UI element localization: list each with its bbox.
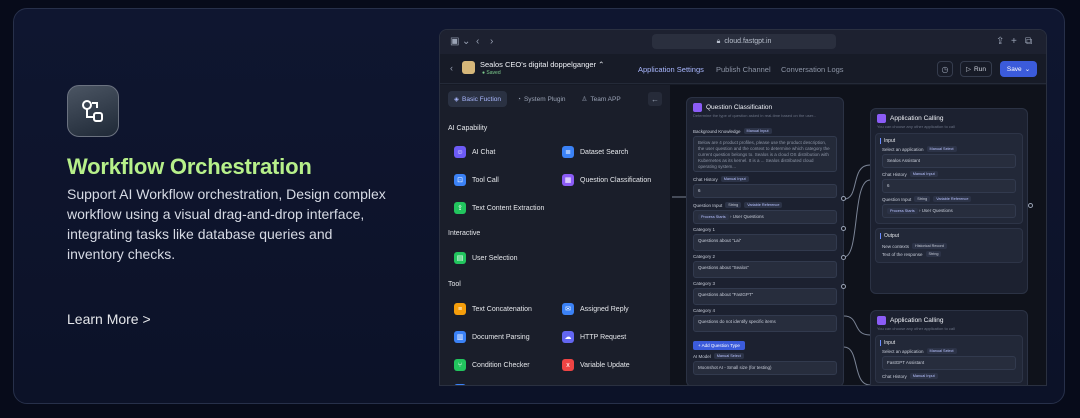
tab-publish-channel[interactable]: Publish Channel [716, 65, 771, 74]
category-2-input[interactable]: Questions about "Sealos" [693, 261, 837, 278]
category-1-input[interactable]: Questions about "Lai" [693, 234, 837, 251]
select-app-input[interactable]: Sealos Assistant [882, 154, 1016, 168]
forward-arrow-icon[interactable]: › [490, 36, 493, 47]
question-classification-node[interactable]: Question Classification Determine the ty… [686, 97, 844, 385]
node-subtitle: Determine the type of question asked in … [693, 113, 817, 118]
ai-model-label: AI Model Manual Select [687, 353, 843, 359]
input-heading: Input [876, 336, 1022, 348]
input-heading: Input [876, 134, 1022, 146]
save-button[interactable]: Save ⌄ [1000, 61, 1037, 77]
history-icon[interactable]: ◷ [937, 61, 953, 77]
output-handle[interactable] [1028, 203, 1033, 208]
browser-window: ▣ ⌄ ‹ › 🔒︎ cloud.fastgpt.in ⇪ + ⧉ ‹ Seal… [439, 29, 1047, 386]
lock-icon: 🔒︎ [716, 37, 721, 45]
category-1-handle[interactable] [841, 196, 846, 201]
text-response-label: Text of the response String [876, 251, 1022, 257]
app-avatar [462, 61, 475, 74]
chat-history-input[interactable]: 6 [693, 184, 837, 198]
share-icon[interactable]: ⇪ [996, 36, 1004, 47]
ai-model-select[interactable]: Moonshot AI - Small size (for testing) [693, 361, 837, 375]
input-section: Input Select an application Manual Select… [875, 335, 1023, 383]
select-app-label: Select an application Manual Select [876, 348, 1022, 354]
app-header: ‹ Sealos CEO's digital doppelganger ⌃ ● … [440, 54, 1046, 84]
saved-status: ● Saved [482, 70, 501, 76]
chevron-down-icon[interactable]: ⌄ [462, 36, 470, 47]
app-name[interactable]: Sealos CEO's digital doppelganger ⌃ [480, 60, 604, 69]
category-3-input[interactable]: Questions about "FastGPT" [693, 288, 837, 305]
application-calling-node-2[interactable]: Application Calling You can choose any o… [870, 310, 1028, 385]
select-app-label: Select an application Manual Select [876, 146, 1022, 152]
background-knowledge-textarea[interactable]: Below are 4 product profiles, please use… [693, 136, 837, 172]
tab-conversation-logs[interactable]: Conversation Logs [781, 65, 844, 74]
application-calling-node-1[interactable]: Application Calling You can choose any o… [870, 108, 1028, 294]
input-section: Input Select an application Manual Select… [875, 133, 1023, 224]
feature-title: Workflow Orchestration [67, 154, 312, 179]
node-title: Application Calling [871, 311, 1027, 326]
workflow-workspace: ◈ Basic Fuction ◔ System Plugin ♙ Team APP … [440, 85, 1046, 385]
node-subtitle: You can choose any other application to … [877, 124, 955, 129]
category-2-label: Category 2 [693, 254, 716, 259]
chat-history-label: Chat History Manual Input [876, 373, 1022, 379]
node-title: Question Classification [687, 98, 843, 113]
feature-description: Support AI Workflow orchestration, Desig… [67, 186, 386, 262]
chat-history-input[interactable]: 6 [882, 179, 1016, 193]
new-tab-icon[interactable]: + [1011, 36, 1017, 47]
question-input-label: Question Input String Variable Reference [687, 202, 843, 208]
category-4-handle[interactable] [841, 284, 846, 289]
question-input-label: Question Input String Variable Reference [876, 196, 1022, 202]
browser-chrome: ▣ ⌄ ‹ › 🔒︎ cloud.fastgpt.in ⇪ + ⧉ [440, 30, 1046, 54]
sidebar-toggle-icon[interactable]: ▣ [450, 36, 459, 47]
new-contexts-label: New contexts Historical Record [876, 243, 1022, 249]
chat-history-label: Chat History Manual Input [687, 176, 843, 182]
category-3-label: Category 3 [693, 281, 716, 286]
category-4-input[interactable]: Questions do not identify specific items [693, 315, 837, 332]
output-heading: Output [876, 229, 1022, 241]
app-icon [877, 114, 886, 123]
run-button[interactable]: ▷ Run [960, 61, 992, 77]
category-2-handle[interactable] [841, 226, 846, 231]
select-app-input[interactable]: FastGPT Assistant [882, 356, 1016, 370]
back-arrow-icon[interactable]: ‹ [476, 36, 479, 47]
workflow-icon [67, 85, 119, 137]
question-input-select[interactable]: Process Starts › User Questions [882, 204, 1016, 218]
tab-application-settings[interactable]: Application Settings [638, 65, 704, 74]
category-3-handle[interactable] [841, 255, 846, 260]
chat-history-label: Chat History Manual Input [876, 171, 1022, 177]
question-input-select[interactable]: Process Starts › User Questions [693, 210, 837, 224]
background-knowledge-label: Background Knowledge Manual Input [687, 128, 843, 134]
category-1-label: Category 1 [693, 227, 716, 232]
node-title: Application Calling [871, 109, 1027, 124]
category-4-label: Category 4 [693, 308, 716, 313]
node-subtitle: You can choose any other application to … [877, 326, 955, 331]
add-question-type-button[interactable]: + Add Question Type [693, 341, 745, 350]
feature-card: Workflow Orchestration Support AI Workfl… [13, 8, 1065, 404]
tabs-icon[interactable]: ⧉ [1025, 36, 1032, 47]
output-section: Output New contexts Historical Record Tex… [875, 228, 1023, 263]
back-icon[interactable]: ‹ [450, 63, 453, 73]
app-icon [877, 316, 886, 325]
grid-icon [693, 103, 702, 112]
learn-more-link[interactable]: Learn More > [67, 311, 151, 327]
url-text: cloud.fastgpt.in [724, 38, 772, 45]
url-bar[interactable]: 🔒︎ cloud.fastgpt.in [652, 34, 836, 49]
